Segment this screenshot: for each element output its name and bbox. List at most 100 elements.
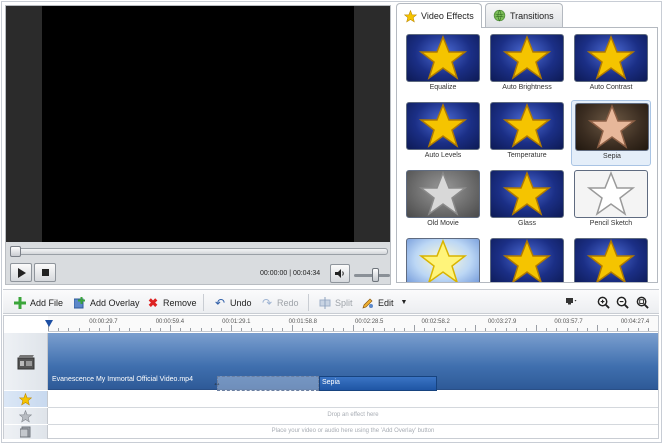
redo-button[interactable]: ↷ Redo: [260, 295, 299, 310]
effect-thumbnail: [490, 102, 564, 150]
effects-panel: Equalize Auto Brightness Auto Contrast Auto…: [396, 27, 658, 283]
ruler-tick: [119, 328, 121, 331]
ruler-tick: [78, 328, 80, 331]
edit-pencil-icon: [361, 296, 375, 310]
zoom-fit-button[interactable]: [635, 295, 649, 309]
star-icon: [503, 103, 551, 148]
globe-icon: [492, 9, 506, 23]
add-overlay-button[interactable]: Add Overlay: [73, 295, 140, 310]
effect-label: Auto Contrast: [589, 84, 633, 91]
effect-pencil-sketch[interactable]: Pencil Sketch: [571, 168, 651, 234]
remove-button[interactable]: ✖ Remove: [146, 295, 197, 310]
effect-equalize[interactable]: Equalize: [403, 32, 483, 98]
plus-icon: [13, 296, 27, 310]
ruler-tick: [485, 328, 487, 331]
time-ruler[interactable]: 00:00:29.7 00:00:59.4 00:01:29.1 00:01:58.8…: [48, 316, 658, 332]
video-preview[interactable]: [6, 6, 390, 242]
split-icon: [318, 296, 332, 310]
ruler-tick: [597, 325, 598, 331]
ruler-tick: [98, 328, 100, 331]
zoom-in-button[interactable]: [596, 295, 610, 309]
view-mode-button[interactable]: [564, 295, 578, 309]
star-icon: [503, 35, 551, 80]
playhead-marker[interactable]: [45, 320, 53, 327]
ruler-tick: [149, 328, 151, 331]
ruler-tick-label: 00:00:29.7: [89, 319, 118, 325]
ruler-tick-label: 00:03:57.7: [554, 319, 583, 325]
ruler-tick: [129, 328, 131, 331]
effect-thumbnail: [490, 34, 564, 82]
effect-label: Sepia: [603, 153, 621, 160]
effect-10[interactable]: [403, 236, 483, 282]
ruler-tick-label: 00:03:27.9: [487, 319, 517, 325]
ruler-tick: [566, 328, 568, 331]
star-icon: [503, 171, 551, 216]
ruler-tick: [647, 328, 649, 331]
effect-old-movie[interactable]: Old Movie: [403, 168, 483, 234]
effect-label: Auto Brightness: [502, 84, 552, 91]
ruler-tick: [159, 328, 161, 331]
effect-sepia[interactable]: Sepia: [571, 100, 651, 166]
mute-button[interactable]: [330, 264, 350, 283]
volume-slider[interactable]: [372, 268, 379, 282]
effect-label: Temperature: [507, 152, 547, 159]
seek-bar[interactable]: [10, 246, 388, 257]
effects-track-header: [4, 391, 48, 407]
add-file-label: Add File: [30, 297, 64, 308]
undo-icon: ↶: [214, 295, 226, 310]
redo-label: Redo: [277, 297, 299, 308]
star-icon: [503, 239, 551, 282]
effect-thumbnail: [490, 170, 564, 218]
effect-auto-brightness[interactable]: Auto Brightness: [487, 32, 567, 98]
effect-temperature[interactable]: Temperature: [487, 100, 567, 166]
seek-handle[interactable]: [10, 246, 21, 257]
zoom-out-button[interactable]: [615, 295, 629, 309]
split-button[interactable]: Split: [318, 295, 353, 310]
ruler-tick: [251, 328, 253, 331]
timeline: 00:00:29.7 00:00:59.4 00:01:29.1 00:01:58.8…: [3, 315, 659, 439]
add-file-button[interactable]: Add File: [13, 295, 63, 310]
ruler-tick: [403, 328, 405, 331]
zoom-fit-icon: [636, 296, 649, 309]
edit-button[interactable]: Edit ▼: [361, 295, 407, 310]
speaker-icon: [335, 269, 344, 278]
effect-auto-contrast[interactable]: Auto Contrast: [571, 32, 651, 98]
track-divider: [48, 424, 658, 425]
tab-video-effects[interactable]: Video Effects: [396, 3, 482, 28]
ruler-tick: [434, 328, 436, 331]
undo-button[interactable]: ↶ Undo: [213, 295, 252, 310]
effect-thumbnail: [574, 34, 648, 82]
star-icon: [419, 103, 467, 148]
gray-star-icon: [19, 409, 32, 423]
zoom-out-icon: [616, 296, 629, 309]
toolbar-divider: [308, 294, 309, 311]
effect-thumbnail: [406, 34, 480, 82]
stop-button[interactable]: [34, 263, 56, 282]
ruler-tick: [200, 328, 202, 331]
ruler-tick: [536, 325, 537, 331]
effect-glass[interactable]: Glass: [487, 168, 567, 234]
ruler-tick: [68, 328, 70, 331]
ruler-tick: [342, 328, 344, 331]
ruler-tick: [109, 325, 110, 331]
ruler-tick: [475, 325, 476, 331]
ruler-tick: [546, 328, 548, 331]
stop-icon: [41, 269, 49, 276]
effect-clip-sepia[interactable]: Sepia: [319, 376, 437, 391]
ruler-tick: [393, 328, 395, 331]
timeline-toolbar: Add File Add Overlay ✖ Remove ↶ Undo ↷ R…: [3, 289, 659, 314]
video-clip-label: Evanescence My Immortal Official Video.m…: [52, 376, 193, 383]
drag-cursor-icon: ⇔: [213, 379, 221, 388]
tab-transitions[interactable]: Transitions: [485, 3, 563, 27]
effect-thumbnail: [406, 170, 480, 218]
ruler-tick: [241, 328, 243, 331]
effect-auto-levels[interactable]: Auto Levels: [403, 100, 483, 166]
ruler-tick: [231, 325, 232, 331]
effect-label: Glass: [518, 220, 536, 227]
redo-icon: ↷: [261, 295, 273, 310]
effect-11[interactable]: [487, 236, 567, 282]
ruler-tick: [515, 328, 517, 331]
ruler-tick: [383, 328, 385, 331]
play-button[interactable]: [10, 263, 32, 282]
effect-12[interactable]: [571, 236, 651, 282]
